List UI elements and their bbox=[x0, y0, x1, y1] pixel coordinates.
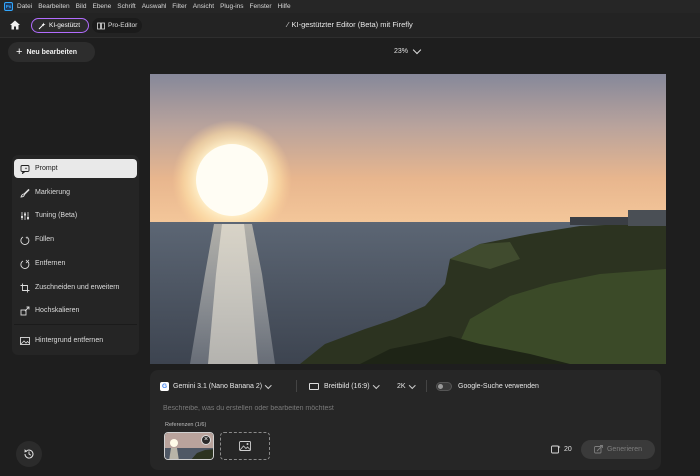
toolbar-divider bbox=[296, 380, 297, 392]
menu-ansicht[interactable]: Ansicht bbox=[193, 3, 214, 10]
new-edit-button[interactable]: + Neu bearbeiten bbox=[8, 42, 95, 62]
google-search-toggle-row: Google-Suche verwenden bbox=[436, 379, 539, 393]
history-button[interactable] bbox=[16, 441, 42, 467]
tuning-icon bbox=[19, 210, 30, 221]
zoom-dropdown[interactable]: 23% bbox=[394, 45, 422, 55]
sidebar-item-label: Hochskalieren bbox=[35, 307, 80, 314]
model-label: Gemini 3.1 (Nano Banana 2) bbox=[173, 382, 263, 390]
aspect-ratio-selector[interactable]: Breitbild (16:9) bbox=[309, 379, 379, 393]
menu-plugins[interactable]: Plug-ins bbox=[220, 3, 243, 10]
google-logo-icon: G bbox=[160, 381, 169, 391]
upscale-icon bbox=[19, 305, 30, 316]
sidebar-item-fuellen[interactable]: Füllen bbox=[14, 230, 137, 249]
aspect-ratio-icon bbox=[309, 382, 319, 390]
sidebar-item-label: Füllen bbox=[35, 236, 55, 243]
chevron-down-icon bbox=[412, 45, 422, 55]
top-toolbar: KI-gestützt Pro-Editor ⁄ KI-gestützter Ed… bbox=[0, 13, 700, 38]
menu-bearbeiten[interactable]: Bearbeiten bbox=[38, 3, 69, 10]
sidebar-item-label: Prompt bbox=[35, 165, 58, 172]
chevron-down-icon bbox=[408, 381, 415, 389]
sidebar-item-zuschneiden[interactable]: Zuschneiden und erweitern bbox=[14, 278, 137, 297]
menu-filter[interactable]: Filter bbox=[172, 3, 186, 10]
generate-button[interactable]: Generieren bbox=[581, 440, 655, 459]
document-title-text: KI-gestützter Editor (Beta) mit Firefly bbox=[291, 20, 413, 29]
sidebar-item-markierung[interactable]: Markierung bbox=[14, 183, 137, 202]
sidebar-item-tuning[interactable]: Tuning (Beta) bbox=[14, 206, 137, 225]
sidebar-item-label: Markierung bbox=[35, 189, 71, 196]
sidebar-item-hochskalieren[interactable]: Hochskalieren bbox=[14, 301, 137, 320]
prompt-input[interactable] bbox=[163, 402, 643, 414]
fill-icon bbox=[19, 234, 30, 245]
remove-background-icon bbox=[19, 335, 30, 346]
google-search-label: Google-Suche verwenden bbox=[458, 382, 539, 390]
sidebar-item-prompt[interactable]: Prompt bbox=[14, 159, 137, 178]
remove-reference-icon[interactable]: × bbox=[201, 435, 211, 445]
plus-icon: + bbox=[16, 46, 23, 58]
sidebar-item-hintergrund-entfernen[interactable]: Hintergrund entfernen bbox=[14, 331, 137, 350]
zoom-level: 23% bbox=[394, 48, 409, 55]
add-reference-button[interactable] bbox=[220, 432, 270, 460]
sidebar-item-label: Entfernen bbox=[35, 260, 66, 267]
menu-bild[interactable]: Bild bbox=[76, 3, 87, 10]
resolution-label: 2K bbox=[397, 382, 406, 390]
photoshop-logo: Ps bbox=[4, 2, 13, 11]
sidebar-item-entfernen[interactable]: Entfernen bbox=[14, 254, 137, 273]
canvas-image[interactable] bbox=[150, 74, 666, 364]
generative-credits: 20 bbox=[551, 445, 572, 454]
sidebar-item-label: Zuschneiden und erweitern bbox=[35, 284, 120, 291]
menu-schrift[interactable]: Schrift bbox=[117, 3, 135, 10]
prompt-icon bbox=[19, 163, 30, 174]
toolbar-divider bbox=[426, 380, 427, 392]
remove-icon bbox=[19, 258, 30, 269]
generate-icon bbox=[594, 445, 603, 454]
sidebar-divider bbox=[14, 324, 137, 325]
tool-sidebar: Prompt Markierung Tuning (Beta) Füllen E… bbox=[12, 155, 139, 355]
sparkle-icon: ⁄ bbox=[287, 20, 289, 29]
new-edit-label: Neu bearbeiten bbox=[26, 48, 78, 56]
resolution-selector[interactable]: 2K bbox=[397, 379, 415, 393]
history-icon bbox=[24, 449, 34, 459]
menu-ebene[interactable]: Ebene bbox=[92, 3, 111, 10]
menu-bar: Ps Datei Bearbeiten Bild Ebene Schrift A… bbox=[0, 0, 700, 13]
toggle-knob bbox=[438, 383, 443, 389]
generate-label: Generieren bbox=[606, 446, 643, 453]
aspect-ratio-label: Breitbild (16:9) bbox=[324, 382, 370, 390]
menu-auswahl[interactable]: Auswahl bbox=[142, 3, 167, 10]
references-label: Referenzen (1/6) bbox=[165, 422, 207, 428]
google-search-toggle[interactable] bbox=[436, 381, 452, 391]
menu-datei[interactable]: Datei bbox=[17, 3, 32, 10]
menu-hilfe[interactable]: Hilfe bbox=[278, 3, 291, 10]
crop-icon bbox=[19, 282, 30, 293]
sidebar-item-label: Tuning (Beta) bbox=[35, 212, 78, 219]
credits-icon bbox=[551, 445, 561, 454]
menu-fenster[interactable]: Fenster bbox=[250, 3, 272, 10]
model-selector[interactable]: G Gemini 3.1 (Nano Banana 2) bbox=[160, 379, 272, 393]
selection-brush-icon bbox=[19, 187, 30, 198]
document-title: ⁄ KI-gestützter Editor (Beta) mit Firefly bbox=[0, 20, 700, 29]
sidebar-item-label: Hintergrund entfernen bbox=[35, 337, 104, 344]
credits-count: 20 bbox=[564, 446, 572, 453]
chevron-down-icon bbox=[372, 381, 379, 389]
add-image-icon bbox=[239, 441, 251, 451]
chevron-down-icon bbox=[265, 381, 272, 389]
